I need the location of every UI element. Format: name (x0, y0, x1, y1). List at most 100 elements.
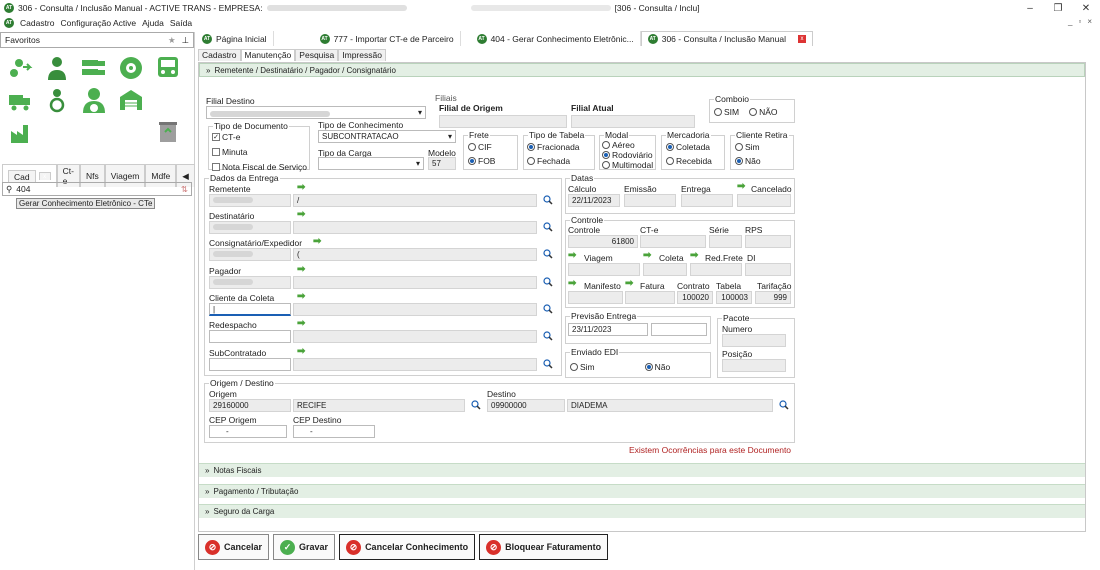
subcontratado-code[interactable] (209, 358, 291, 371)
tire-icon[interactable] (117, 54, 145, 82)
tab-777[interactable]: AT 777 - Importar CT-e de Parceiro (314, 31, 461, 46)
warehouse-icon[interactable] (117, 86, 145, 114)
cliente-retira-nao-radio[interactable]: Não (735, 156, 761, 166)
pagador-arrow-icon[interactable]: ➡ (297, 265, 305, 275)
consignatario-arrow-icon[interactable]: ➡ (313, 237, 321, 247)
cep-origem-input[interactable]: - (209, 425, 287, 438)
subtab-pesquisa[interactable]: Pesquisa (295, 49, 339, 61)
viagem-arrow-icon[interactable]: ➡ (568, 251, 576, 261)
bloquear-faturamento-button[interactable]: ⊘ Bloquear Faturamento (479, 534, 609, 560)
doc-cte-checkbox[interactable]: ✓ CT-e (212, 132, 307, 142)
menu-cadastro[interactable]: Cadastro (20, 18, 55, 28)
modal-multimodal-radio[interactable]: Multimodal (602, 160, 653, 170)
destino-cep[interactable]: 09900000 (487, 399, 565, 412)
redespacho-arrow-icon[interactable]: ➡ (297, 319, 305, 329)
mercadoria-recebida-radio[interactable]: Recebida (666, 156, 712, 166)
comboio-sim-radio[interactable]: SIM (714, 107, 739, 117)
remetente-name[interactable]: / (293, 194, 537, 207)
section-notas-fiscais[interactable]: » Notas Fiscais (199, 463, 1085, 477)
cep-destino-input[interactable]: - (293, 425, 375, 438)
destinatario-arrow-icon[interactable]: ➡ (297, 210, 305, 220)
truck-icon[interactable] (6, 86, 34, 114)
restore-icon[interactable]: ❐ (1044, 0, 1072, 16)
tipo-carga-select[interactable]: ▾ (318, 157, 424, 170)
search-icon[interactable] (779, 400, 789, 410)
frete-fob-radio[interactable]: FOB (468, 156, 495, 166)
modal-rodoviario-radio[interactable]: Rodoviário (602, 150, 653, 160)
mdi-close-icon[interactable]: × (1087, 17, 1092, 26)
consignatario-code[interactable] (209, 248, 291, 261)
consignatario-name[interactable]: ( (293, 248, 537, 261)
driver-wheel-icon[interactable] (80, 86, 108, 114)
mdi-restore-icon[interactable]: ▫ (1078, 17, 1081, 26)
cliente-coleta-arrow-icon[interactable]: ➡ (297, 292, 305, 302)
menu-configuracao[interactable]: Configuração Active (61, 18, 137, 28)
search-icon[interactable] (543, 359, 553, 369)
origem-cep[interactable]: 29160000 (209, 399, 291, 412)
cancelado-arrow-icon[interactable]: ➡ (737, 182, 745, 192)
edi-nao-radio[interactable]: Não (644, 362, 670, 372)
menu-ajuda[interactable]: Ajuda (142, 18, 164, 28)
bus-icon[interactable] (154, 54, 182, 82)
pin-icon[interactable]: ⊥ (182, 35, 189, 46)
coleta-arrow-icon[interactable]: ➡ (643, 251, 651, 261)
modal-aereo-radio[interactable]: Aéreo (602, 140, 653, 150)
cliente-coleta-code[interactable]: | (209, 303, 291, 316)
search-icon[interactable] (543, 304, 553, 314)
tab-306[interactable]: AT 306 - Consulta / Inclusão Manual x (640, 31, 813, 46)
menu-search[interactable]: ⚲ 404 ⇅ (2, 182, 192, 196)
recycle-bin-icon[interactable] (154, 118, 182, 146)
redespacho-code[interactable] (209, 330, 291, 343)
factory-icon[interactable] (6, 118, 34, 146)
destinatario-code[interactable] (209, 221, 291, 234)
section-pagamento[interactable]: » Pagamento / Tributação (199, 484, 1085, 498)
minimize-icon[interactable]: – (1016, 0, 1044, 16)
mdi-minimize-icon[interactable]: _ (1068, 17, 1072, 26)
manifesto-arrow-icon[interactable]: ➡ (568, 279, 576, 289)
user-icon[interactable] (43, 54, 71, 82)
ocorrencias-warning[interactable]: Existem Ocorrências para este Documento (629, 445, 791, 455)
previsao-hora-input[interactable] (651, 323, 707, 336)
driver-icon[interactable] (43, 86, 71, 114)
search-icon[interactable] (543, 195, 553, 205)
search-icon[interactable] (543, 222, 553, 232)
cliente-coleta-name[interactable] (293, 303, 537, 316)
route-icon[interactable] (6, 54, 34, 82)
sort-icon[interactable]: ⇅ (181, 184, 188, 195)
doc-minuta-checkbox[interactable]: Minuta (212, 147, 307, 157)
section-seguro[interactable]: » Seguro da Carga (199, 504, 1085, 518)
search-result-item[interactable]: Gerar Conhecimento Eletrônico - CTe (16, 198, 156, 209)
mercadoria-coletada-radio[interactable]: Coletada (666, 142, 712, 152)
subcontratado-arrow-icon[interactable]: ➡ (297, 347, 305, 357)
previsao-entrega-input[interactable]: 23/11/2023 (568, 323, 648, 336)
remetente-code[interactable] (209, 194, 291, 207)
search-icon[interactable] (471, 400, 481, 410)
edi-sim-radio[interactable]: Sim (570, 362, 595, 372)
tab-pagina-inicial[interactable]: AT Página Inicial (196, 31, 274, 46)
pagador-name[interactable] (293, 276, 537, 289)
search-icon[interactable] (543, 277, 553, 287)
gravar-button[interactable]: ✓ Gravar (273, 534, 336, 560)
redespacho-name[interactable] (293, 330, 537, 343)
pagador-code[interactable] (209, 276, 291, 289)
menu-saida[interactable]: Saída (170, 18, 192, 28)
search-icon[interactable] (543, 331, 553, 341)
remetente-arrow-icon[interactable]: ➡ (297, 183, 305, 193)
subcontratado-name[interactable] (293, 358, 537, 371)
destinatario-name[interactable] (293, 221, 537, 234)
comboio-nao-radio[interactable]: NÃO (749, 107, 778, 117)
tab-404[interactable]: AT 404 - Gerar Conhecimento Eletrônic... (471, 31, 641, 46)
filial-destino-select[interactable]: ▾ (206, 106, 426, 119)
tabela-fechada-radio[interactable]: Fechada (527, 156, 580, 166)
tipo-conhec-select[interactable]: SUBCONTRATACAO ▾ (318, 130, 456, 143)
close-icon[interactable]: ✕ (1072, 0, 1100, 16)
trucks-icon[interactable] (80, 54, 108, 82)
subtab-impressao[interactable]: Impressão (338, 49, 386, 61)
frete-cif-radio[interactable]: CIF (468, 142, 495, 152)
cancelar-conhecimento-button[interactable]: ⊘ Cancelar Conhecimento (339, 534, 476, 560)
cliente-retira-sim-radio[interactable]: Sim (735, 142, 761, 152)
redfrete-arrow-icon[interactable]: ➡ (690, 251, 698, 261)
tabela-fracionada-radio[interactable]: Fracionada (527, 142, 580, 152)
search-input[interactable]: 404 (16, 184, 177, 194)
fatura-arrow-icon[interactable]: ➡ (625, 279, 633, 289)
